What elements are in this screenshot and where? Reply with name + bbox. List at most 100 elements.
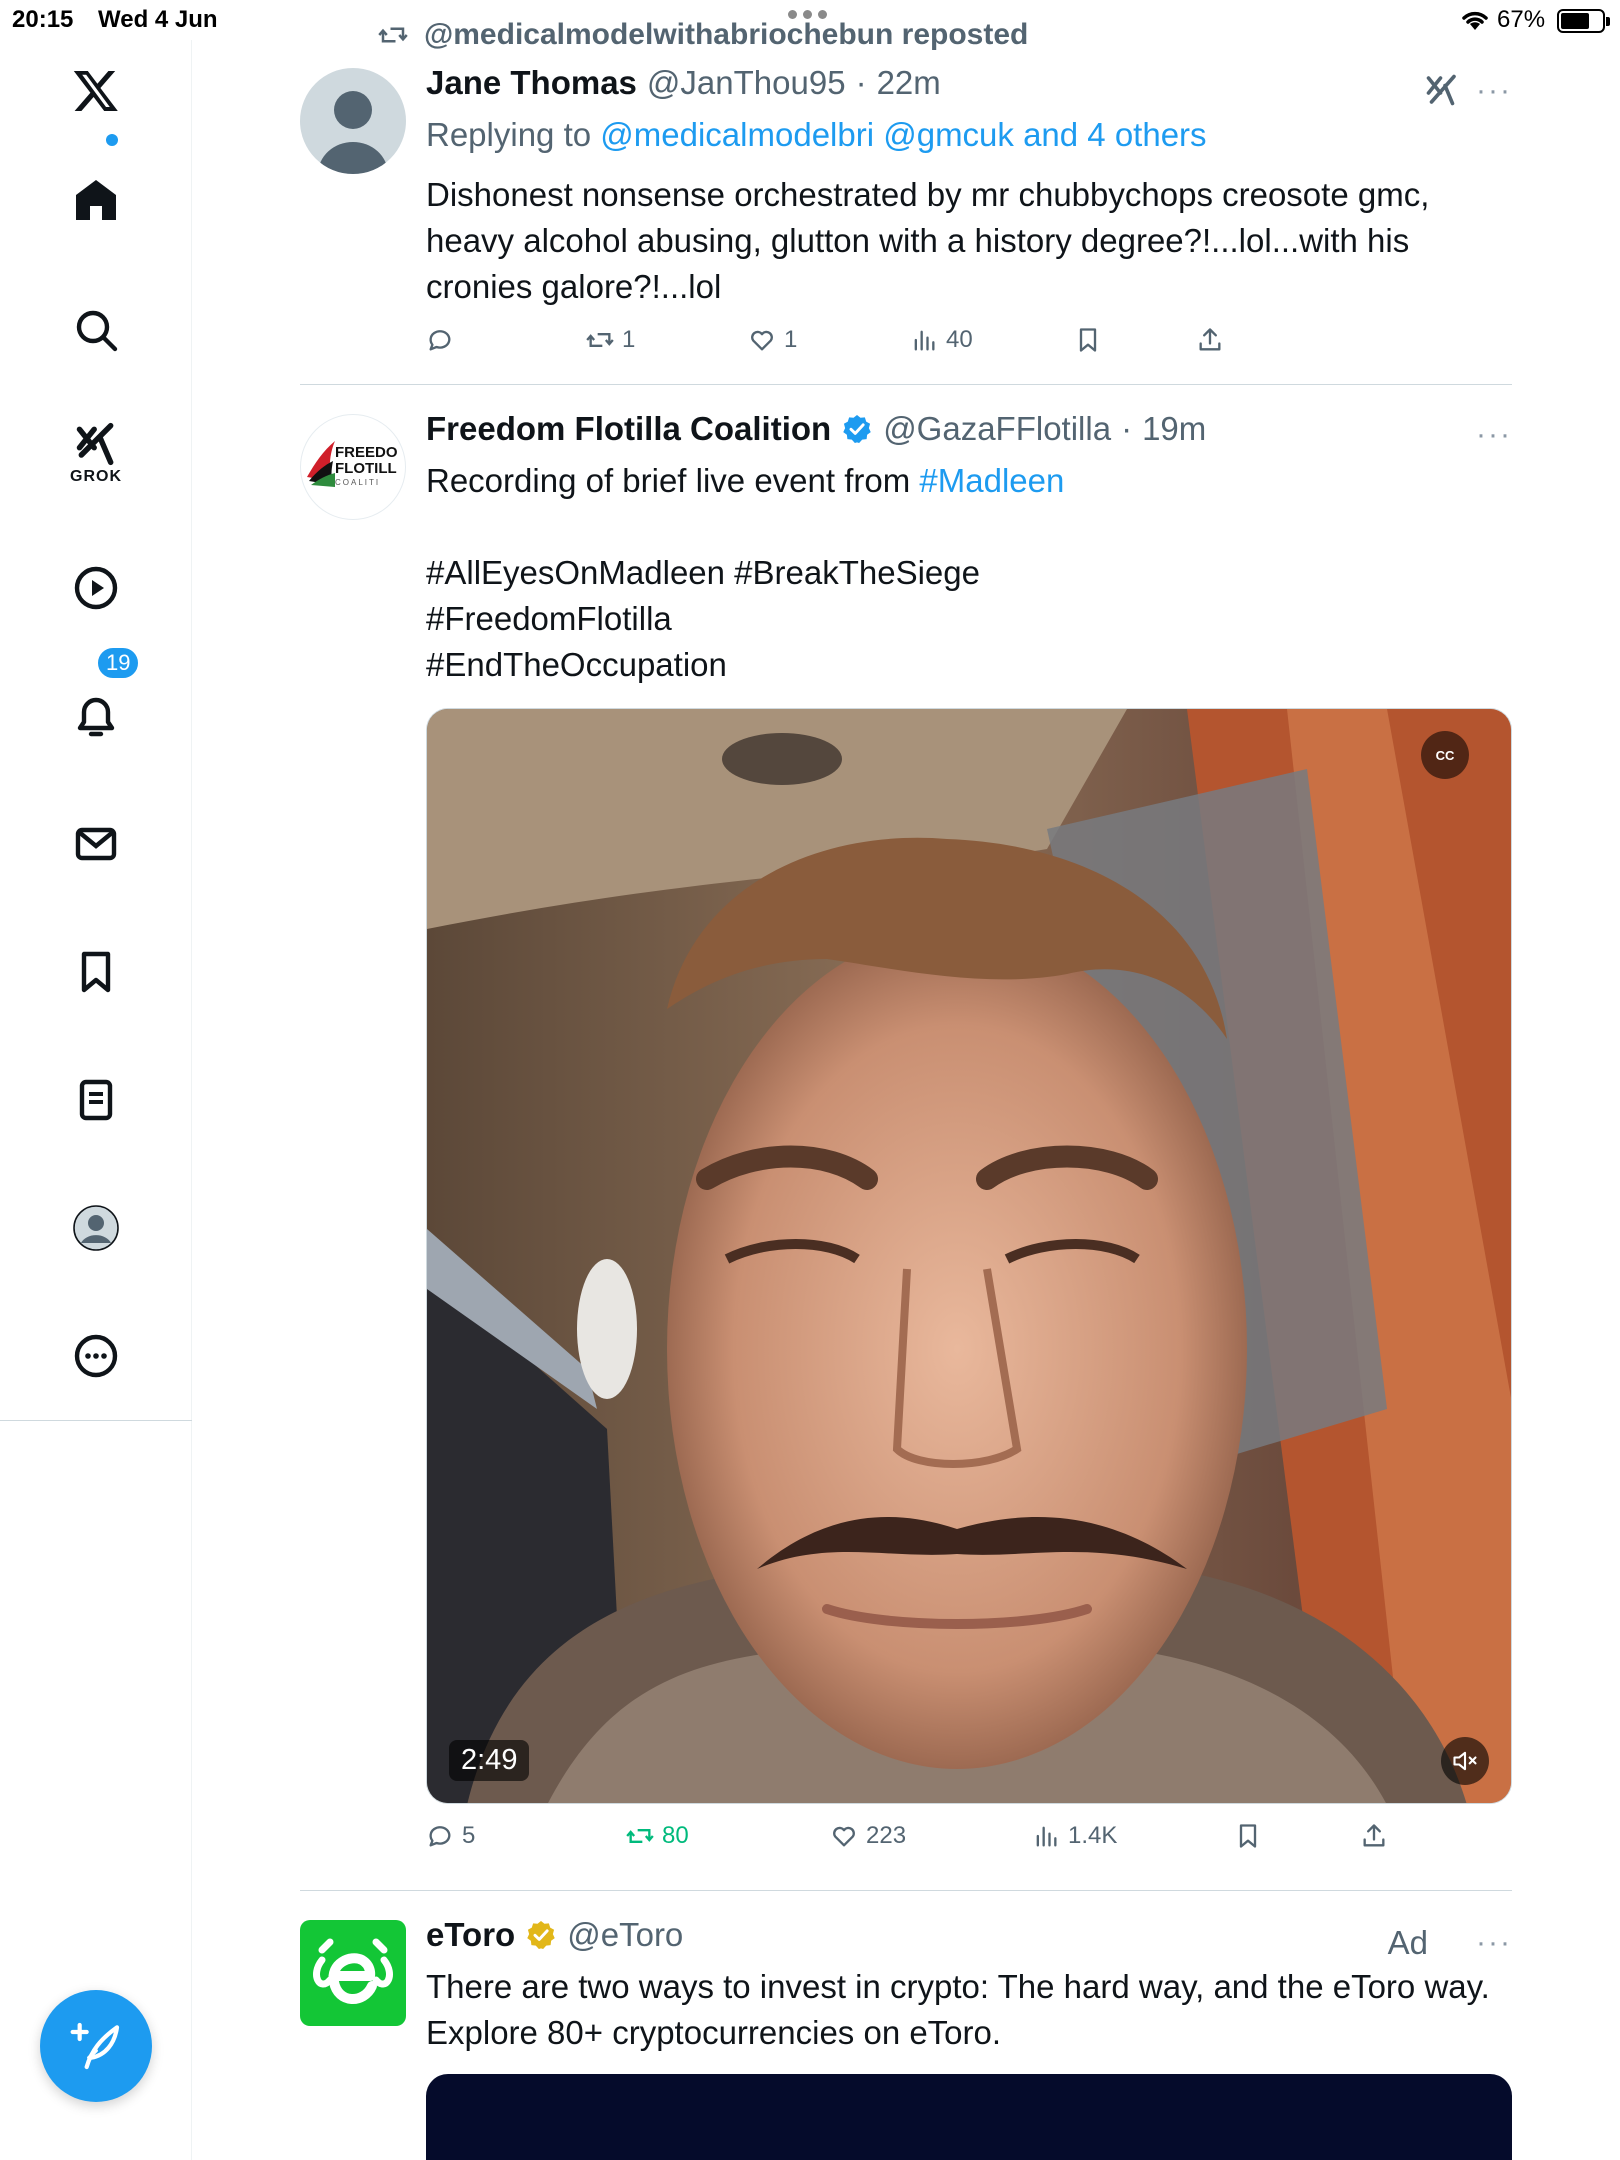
author-handle[interactable]: @JanThou95: [647, 64, 846, 102]
views-button[interactable]: 1.4K: [1032, 1822, 1117, 1850]
like-button[interactable]: 223: [830, 1822, 906, 1850]
reply-icon: [429, 330, 451, 351]
captions-button[interactable]: CC: [1421, 731, 1469, 779]
share-button[interactable]: [1196, 326, 1224, 354]
sidebar-item-videos[interactable]: [50, 542, 142, 634]
compose-post-button[interactable]: [40, 1990, 152, 2102]
tweet-divider: [300, 384, 1512, 385]
author-name[interactable]: Jane Thomas: [426, 64, 637, 102]
ad-media-preview[interactable]: [426, 2074, 1512, 2160]
tweet-divider: [300, 1890, 1512, 1891]
repost-indicator[interactable]: @medicalmodelwithabriochebun reposted: [376, 18, 1028, 52]
bookmark-icon: [81, 951, 111, 993]
mute-button[interactable]: [1441, 1737, 1489, 1785]
hashtags-line-1[interactable]: #AllEyesOnMadleen #BreakTheSiege: [426, 550, 1512, 596]
verified-badge-icon: [843, 415, 871, 443]
tweet-freedom-flotilla[interactable]: FREEDO FLOTILL COALITI Freedom Flotilla …: [300, 408, 1512, 1838]
tweet-header: Jane Thomas @JanThou95 · 22m: [426, 64, 941, 102]
hashtags-line-3[interactable]: #EndTheOccupation: [426, 642, 1512, 688]
author-handle[interactable]: @eToro: [567, 1916, 683, 1954]
heart-icon: [751, 330, 773, 351]
more-options-button[interactable]: ···: [1476, 418, 1512, 452]
gold-verified-badge-icon: [527, 1921, 555, 1949]
views-chart-icon: [914, 330, 935, 351]
more-options-button[interactable]: ···: [1476, 1926, 1512, 1960]
bookmark-icon: [1079, 328, 1097, 352]
video-duration: 2:49: [449, 1740, 530, 1781]
bookmark-icon: [1239, 1824, 1257, 1848]
reply-button[interactable]: [426, 326, 462, 354]
hashtags-line-2[interactable]: #FreedomFlotilla: [426, 596, 1512, 642]
logo-text-1: FREEDO: [335, 444, 398, 461]
logo-text-3: COALITI: [335, 478, 380, 487]
repost-icon: [586, 333, 614, 347]
author-name[interactable]: Freedom Flotilla Coalition: [426, 410, 831, 448]
author-name[interactable]: eToro: [426, 1916, 515, 1954]
separator: ·: [1121, 410, 1133, 447]
tweet-etoro-ad[interactable]: eToro @eToro Ad ··· There are two ways t…: [300, 1916, 1512, 2160]
replying-prefix: Replying to: [426, 116, 592, 153]
more-circle-icon: [74, 1334, 118, 1378]
grok-icon: [76, 422, 114, 466]
video-player[interactable]: CC 2:49: [426, 708, 1512, 1804]
profile-avatar-icon: [73, 1205, 119, 1251]
avatar[interactable]: [300, 1920, 406, 2026]
replying-to-link[interactable]: @medicalmodelbri @gmcuk and 4 others: [600, 116, 1206, 153]
repost-icon: [626, 1829, 654, 1843]
notifications-count-badge: 19: [96, 646, 141, 680]
sidebar-item-profile[interactable]: [50, 1182, 142, 1274]
like-count: 223: [866, 1822, 907, 1849]
share-button[interactable]: [1360, 1822, 1388, 1850]
logo-text-2: FLOTILL: [335, 460, 397, 477]
home-unread-dot: [106, 134, 118, 146]
heart-icon: [833, 1826, 855, 1847]
tweet-jane-thomas[interactable]: Jane Thomas @JanThou95 · 22m ··· Replying …: [300, 64, 1512, 364]
grok-label: GROK: [70, 468, 122, 485]
freedom-flotilla-logo: FREEDO FLOTILL COALITI: [307, 441, 398, 487]
author-handle[interactable]: @GazaFFlotilla: [883, 410, 1111, 448]
battery-icon: [1557, 9, 1610, 33]
repost-button[interactable]: 80: [626, 1822, 689, 1850]
like-count: 1: [784, 326, 798, 353]
views-chart-icon: [1036, 1826, 1057, 1847]
bell-icon: [77, 697, 115, 737]
avatar[interactable]: [300, 68, 406, 174]
date: Wed 4 Jun: [98, 6, 218, 33]
play-circle-icon: [74, 566, 118, 610]
like-button[interactable]: 1: [748, 326, 797, 354]
sidebar-item-messages[interactable]: [50, 798, 142, 890]
view-count: 1.4K: [1068, 1822, 1118, 1849]
views-button[interactable]: 40: [910, 326, 973, 354]
sidebar-item-bookmarks[interactable]: [50, 926, 142, 1018]
avatar[interactable]: FREEDO FLOTILL COALITI: [300, 414, 406, 520]
bookmark-button[interactable]: [1074, 326, 1102, 354]
list-document-icon: [79, 1079, 113, 1121]
timestamp[interactable]: 22m: [877, 64, 941, 102]
sidebar-item-search[interactable]: [50, 284, 142, 376]
more-options-button[interactable]: ···: [1476, 74, 1512, 108]
video-frame-image: [427, 709, 1511, 1803]
envelope-icon: [75, 827, 117, 861]
sidebar-item-home[interactable]: [50, 154, 142, 246]
speaker-muted-icon: [1453, 1751, 1477, 1771]
sidebar-item-more[interactable]: [50, 1310, 142, 1402]
search-icon: [76, 310, 118, 352]
bookmark-button[interactable]: [1234, 1822, 1262, 1850]
clock: 20:15: [12, 6, 74, 33]
repost-button[interactable]: 1: [586, 326, 635, 354]
hashtag-link[interactable]: #Madleen: [919, 462, 1064, 499]
reply-button[interactable]: 5: [426, 1822, 475, 1850]
timestamp[interactable]: 19m: [1142, 410, 1206, 448]
reply-count: 5: [462, 1822, 476, 1849]
reply-icon: [429, 1826, 451, 1847]
home-icon: [76, 180, 116, 220]
grok-icon[interactable]: [1422, 72, 1462, 108]
replying-to-line: Replying to @medicalmodelbri @gmcuk and …: [426, 112, 1512, 158]
tweet-header: Freedom Flotilla Coalition @GazaFFlotill…: [426, 410, 1206, 448]
sidebar-item-grok[interactable]: GROK: [50, 408, 142, 500]
repost-text: @medicalmodelwithabriochebun reposted: [424, 18, 1029, 51]
etoro-logo: [313, 1938, 393, 2004]
sidebar-item-lists[interactable]: [50, 1054, 142, 1146]
sidebar-item-notifications[interactable]: [50, 670, 142, 762]
x-logo-icon[interactable]: [50, 44, 142, 136]
